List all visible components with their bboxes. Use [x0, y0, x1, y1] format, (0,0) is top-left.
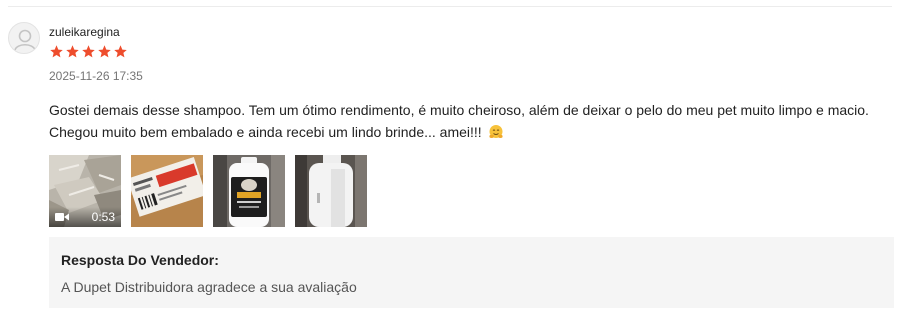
- review-image-thumbnail[interactable]: [131, 155, 203, 227]
- review-text-line2: Chegou muito bem embalado e ainda recebi…: [49, 124, 482, 140]
- user-avatar: [8, 22, 40, 54]
- star-icon: [49, 44, 64, 60]
- reviewer-username: zuleikaregina: [49, 25, 120, 39]
- hugging-face-icon: [488, 125, 503, 138]
- review-video-thumbnail[interactable]: 0:53: [49, 155, 121, 227]
- star-icon: [65, 44, 80, 60]
- default-avatar-icon: [14, 29, 36, 51]
- seller-reply-text: A Dupet Distribuidora agradece a sua ava…: [61, 279, 357, 295]
- seller-reply-title: Resposta Do Vendedor:: [61, 252, 219, 268]
- review-timestamp: 2025-11-26 17:35: [49, 69, 143, 83]
- star-icon: [97, 44, 112, 60]
- star-icon: [113, 44, 128, 60]
- video-overlay: 0:53: [49, 207, 121, 227]
- video-camera-icon: [55, 213, 69, 221]
- video-duration: 0:53: [91, 210, 115, 224]
- review-image-thumbnail[interactable]: [295, 155, 367, 227]
- star-icon: [81, 44, 96, 60]
- review-image-thumbnail[interactable]: [213, 155, 285, 227]
- seller-reply-box: Resposta Do Vendedor: A Dupet Distribuid…: [49, 237, 894, 308]
- top-divider: [8, 6, 892, 7]
- review-text-line1: Gostei demais desse shampoo. Tem um ótim…: [49, 102, 869, 118]
- rating-stars: [49, 44, 128, 60]
- review-text: Gostei demais desse shampoo. Tem um ótim…: [49, 99, 894, 143]
